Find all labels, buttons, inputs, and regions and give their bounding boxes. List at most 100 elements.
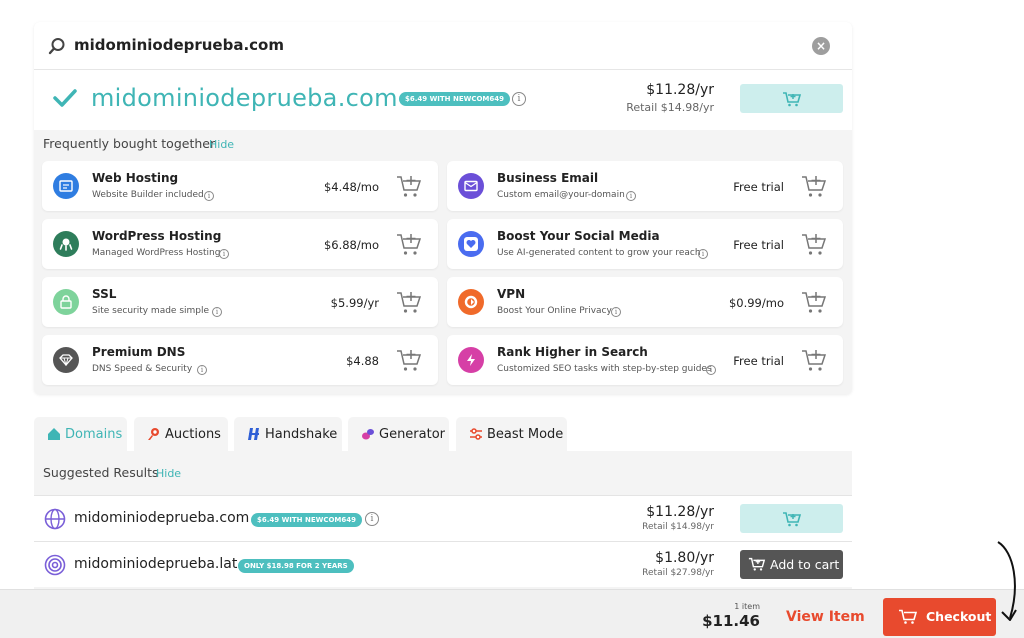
info-icon[interactable]: i	[611, 307, 621, 317]
addon-ssl[interactable]: SSL Site security made simple i $5.99/yr	[42, 277, 438, 327]
addon-vpn[interactable]: VPN Boost Your Online Privacy i $0.99/mo	[447, 277, 843, 327]
cart-icon[interactable]	[801, 290, 827, 314]
tab-beast-mode[interactable]: Beast Mode	[456, 417, 567, 451]
cart-icon[interactable]	[801, 348, 827, 372]
cart-icon	[748, 557, 766, 571]
addon-title: Web Hosting	[92, 171, 179, 185]
cart-summary-bar: 1 item $11.46 View Item Checkout	[0, 589, 1024, 638]
target-icon	[44, 554, 66, 576]
vpn-icon	[458, 289, 484, 315]
info-icon[interactable]: i	[706, 365, 716, 375]
cart-icon[interactable]	[801, 232, 827, 256]
addon-price: Free trial	[733, 238, 784, 252]
addon-subtitle: Use AI-generated content to grow your re…	[497, 248, 701, 258]
email-icon	[458, 173, 484, 199]
addon-title: WordPress Hosting	[92, 229, 222, 243]
web-hosting-icon	[53, 173, 79, 199]
addon-business-email[interactable]: Business Email Custom email@your-domain …	[447, 161, 843, 211]
fbt-heading: Frequently bought together	[43, 136, 216, 151]
checkout-label: Checkout	[926, 609, 992, 624]
promo-badge: $6.49 WITH NEWCOM649	[399, 92, 511, 106]
tab-handshake[interactable]: Handshake	[234, 417, 342, 451]
tab-label: Handshake	[265, 427, 338, 442]
info-icon[interactable]: i	[365, 512, 379, 526]
cart-icon	[899, 609, 918, 624]
tab-label: Auctions	[165, 427, 221, 442]
search-input[interactable]: midominiodeprueba.com	[74, 36, 284, 54]
exact-match-result: midominiodeprueba.com $6.49 WITH NEWCOM6…	[34, 70, 852, 130]
addon-price: $5.99/yr	[330, 296, 379, 310]
add-to-cart-button[interactable]: Add to cart	[740, 550, 843, 579]
addon-price: $6.88/mo	[323, 238, 379, 252]
cart-icon[interactable]	[801, 174, 827, 198]
cart-icon[interactable]	[396, 232, 422, 256]
addon-subtitle: Managed WordPress Hosting	[92, 248, 221, 258]
info-icon[interactable]: i	[626, 191, 636, 201]
search-results-card: midominiodeprueba.com × midominiodeprueb…	[34, 22, 852, 394]
sliders-icon	[470, 428, 482, 440]
search-bar[interactable]: midominiodeprueba.com ×	[34, 22, 852, 70]
add-to-cart-button[interactable]	[740, 84, 843, 113]
checkout-button[interactable]: Checkout	[883, 598, 996, 636]
addon-subtitle: Customized SEO tasks with step-by-step g…	[497, 364, 712, 374]
home-icon	[48, 428, 60, 440]
addon-web-hosting[interactable]: Web Hosting Website Builder included i $…	[42, 161, 438, 211]
addon-premium-dns[interactable]: Premium DNS DNS Speed & Security i $4.88	[42, 335, 438, 385]
addon-subtitle: Boost Your Online Privacy	[497, 306, 612, 316]
suggested-heading: Suggested Results	[43, 465, 159, 480]
handshake-icon	[248, 428, 259, 440]
cart-icon	[782, 91, 801, 106]
addon-price: $0.99/mo	[728, 296, 784, 310]
tab-auctions[interactable]: Auctions	[134, 417, 228, 451]
domain-price: $11.28/yr	[646, 82, 714, 98]
info-icon[interactable]: i	[698, 249, 708, 259]
info-icon[interactable]: i	[512, 92, 526, 106]
cart-icon[interactable]	[396, 174, 422, 198]
addon-price: Free trial	[733, 180, 784, 194]
cart-total: $11.46	[702, 612, 760, 630]
addon-title: Business Email	[497, 171, 599, 185]
addon-subtitle: DNS Speed & Security	[92, 364, 193, 374]
lock-icon	[53, 289, 79, 315]
domain-retail-price: Retail $14.98/yr	[642, 522, 714, 532]
generator-icon	[362, 429, 374, 440]
seo-bolt-icon	[458, 347, 484, 373]
table-row: midominiodeprueba.com $6.49 WITH NEWCOM6…	[34, 495, 852, 541]
info-icon[interactable]: i	[212, 307, 222, 317]
info-icon[interactable]: i	[204, 191, 214, 201]
tab-label: Beast Mode	[487, 427, 564, 442]
view-item-link[interactable]: View Item	[786, 609, 865, 625]
tab-generator[interactable]: Generator	[348, 417, 449, 451]
suggested-domain[interactable]: midominiodeprueba.com	[74, 510, 249, 526]
addon-subtitle: Custom email@your-domain	[497, 190, 625, 200]
diamond-icon	[53, 347, 79, 373]
cart-icon[interactable]	[396, 290, 422, 314]
search-icon	[48, 38, 65, 55]
addon-boost-social-media[interactable]: Boost Your Social Media Use AI-generated…	[447, 219, 843, 269]
exact-domain-name: midominiodeprueba.com	[91, 84, 398, 112]
fbt-hide-link[interactable]: Hide	[209, 138, 234, 151]
addon-rank-higher[interactable]: Rank Higher in Search Customized SEO tas…	[447, 335, 843, 385]
addon-subtitle: Website Builder included	[92, 190, 204, 200]
tab-label: Domains	[65, 427, 123, 442]
promo-badge: ONLY $18.98 FOR 2 YEARS	[238, 559, 354, 573]
tab-domains[interactable]: Domains	[34, 417, 127, 451]
domain-retail-price: Retail $14.98/yr	[626, 101, 714, 114]
addon-title: SSL	[92, 287, 117, 301]
addon-title: Rank Higher in Search	[497, 345, 648, 359]
close-icon[interactable]: ×	[812, 37, 830, 55]
wordpress-icon	[53, 231, 79, 257]
add-to-cart-label: Add to cart	[770, 557, 840, 572]
suggested-domain[interactable]: midominiodeprueba.lat	[74, 556, 237, 572]
addon-subtitle: Site security made simple	[92, 306, 210, 316]
cart-icon[interactable]	[396, 348, 422, 372]
info-icon[interactable]: i	[197, 365, 207, 375]
info-icon[interactable]: i	[219, 249, 229, 259]
addon-wordpress-hosting[interactable]: WordPress Hosting Managed WordPress Host…	[42, 219, 438, 269]
addon-price: $4.48/mo	[323, 180, 379, 194]
cart-icon	[782, 511, 801, 526]
cart-item-count: 1 item	[734, 602, 760, 611]
add-to-cart-button[interactable]	[740, 504, 843, 533]
suggested-hide-link[interactable]: Hide	[156, 467, 181, 480]
social-heart-icon	[458, 231, 484, 257]
